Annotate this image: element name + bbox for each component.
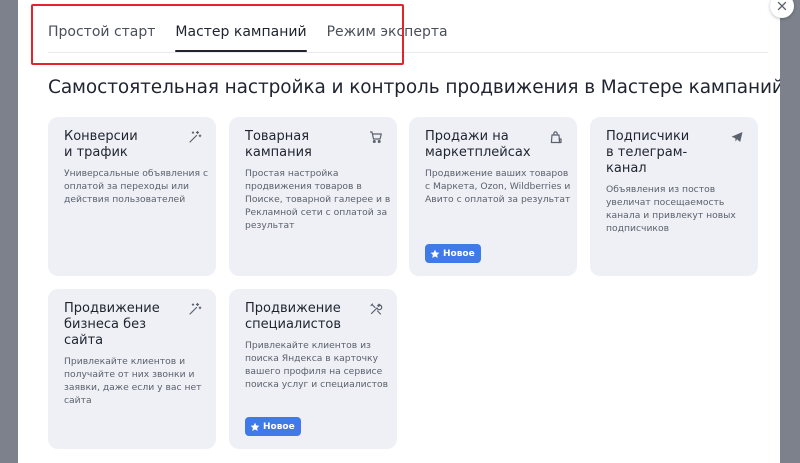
paper-plane-icon <box>730 130 744 144</box>
card-title-line: Товарная <box>245 129 310 144</box>
page-title: Самостоятельная настройка и контроль про… <box>48 77 780 98</box>
star-icon <box>430 249 440 258</box>
card-title: Продвижение бизнеса без сайта <box>64 301 182 349</box>
magic-wand-icon <box>188 302 202 316</box>
card-description: Привлекайте клиентов из поиска Яндекса в… <box>245 340 389 390</box>
star-icon <box>250 422 260 431</box>
cart-icon <box>369 130 383 144</box>
card-title-line: бизнеса без сайта <box>64 317 147 348</box>
card-title-line: Конверсии <box>64 129 138 144</box>
card-marketplace-sales[interactable]: Продажи на маркетплейсах Продвижение ваш… <box>409 117 577 276</box>
magic-wand-icon <box>188 130 202 144</box>
badge-label: Новое <box>263 421 295 432</box>
close-icon <box>777 1 787 11</box>
card-telegram-subscribers[interactable]: Подписчики в телеграм-канал Объявления и… <box>590 117 758 276</box>
card-title: Продвижение специалистов <box>245 301 363 333</box>
card-description: Простая настройка продвижения товаров в … <box>245 168 391 231</box>
card-title-line: маркетплейсах <box>425 145 531 160</box>
card-title-line: в телеграм-канал <box>606 145 688 176</box>
card-title-line: Подписчики <box>606 129 690 144</box>
tools-icon <box>369 302 383 316</box>
tab-simple-start[interactable]: Простой старт <box>48 14 155 52</box>
backdrop-right-strip <box>780 0 800 463</box>
tab-expert-mode[interactable]: Режим эксперта <box>327 14 448 52</box>
badge-label: Новое <box>443 248 475 259</box>
card-title-line: кампания <box>245 145 312 160</box>
shopping-bag-icon <box>549 130 563 144</box>
card-title: Подписчики в телеграм-канал <box>606 129 724 177</box>
new-badge: Новое <box>245 417 301 436</box>
card-title: Продажи на маркетплейсах <box>425 129 543 161</box>
campaign-type-modal: Простой старт Мастер кампаний Режим эксп… <box>18 0 780 463</box>
backdrop-left-strip <box>0 0 18 463</box>
card-specialists-promotion[interactable]: Продвижение специалистов Привлекайте кли… <box>229 289 397 449</box>
tabs-divider <box>48 52 768 53</box>
card-product-campaign[interactable]: Товарная кампания Простая настройка прод… <box>229 117 397 276</box>
card-conversions-traffic[interactable]: Конверсии и трафик Универсальные объявле… <box>48 117 216 276</box>
card-description: Привлекайте клиентов и получайте от них … <box>64 356 202 406</box>
card-description: Универсальные объявления с оплатой за пе… <box>64 168 208 205</box>
card-description: Объявления из постов увеличат посещаемос… <box>606 184 736 234</box>
mode-tabs: Простой старт Мастер кампаний Режим эксп… <box>48 14 468 52</box>
card-title-line: Продвижение <box>245 301 341 316</box>
card-business-without-site[interactable]: Продвижение бизнеса без сайта Привлекайт… <box>48 289 216 449</box>
card-title-line: специалистов <box>245 317 342 332</box>
new-badge: Новое <box>425 244 481 263</box>
card-title-line: и трафик <box>64 145 128 160</box>
card-title: Товарная кампания <box>245 129 363 161</box>
card-title: Конверсии и трафик <box>64 129 182 161</box>
tab-campaign-master[interactable]: Мастер кампаний <box>175 14 307 52</box>
card-title-line: Продвижение <box>64 301 160 316</box>
card-title-line: Продажи на <box>425 129 509 144</box>
card-description: Продвижение ваших товаров с Маркета, Ozo… <box>425 168 571 205</box>
